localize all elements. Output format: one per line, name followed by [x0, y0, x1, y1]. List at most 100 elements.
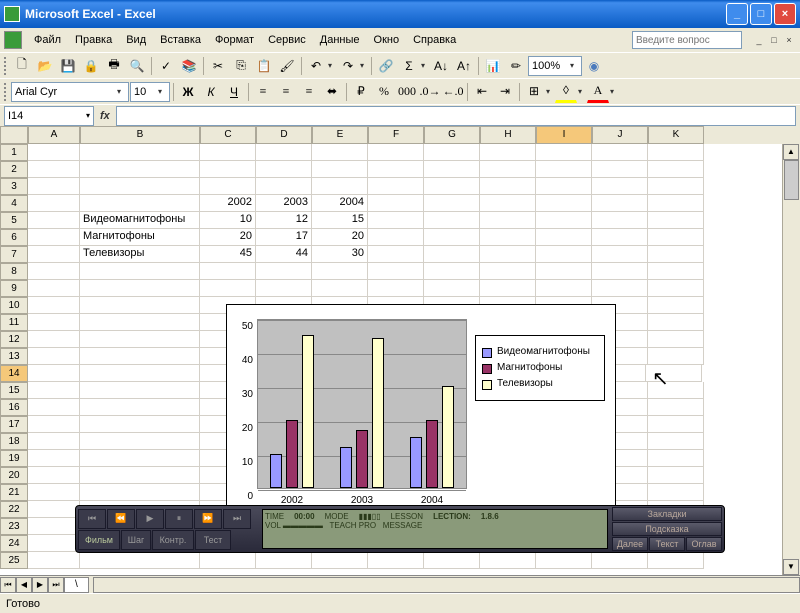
cell[interactable] — [28, 484, 80, 501]
col-header[interactable]: E — [312, 126, 368, 144]
cell[interactable] — [28, 501, 80, 518]
embedded-chart[interactable]: 01020304050 200220032004 Видеомагнитофон… — [226, 304, 616, 538]
cell[interactable] — [312, 178, 368, 195]
tab-nav-next-icon[interactable]: ▶ — [32, 577, 48, 593]
row-header[interactable]: 15 — [0, 382, 28, 399]
preview-icon[interactable]: 🔍 — [126, 55, 148, 77]
sort-asc-icon[interactable]: A↓ — [430, 55, 452, 77]
row-header[interactable]: 6 — [0, 229, 28, 246]
cell[interactable] — [80, 280, 200, 297]
cell[interactable] — [28, 433, 80, 450]
cell[interactable] — [424, 280, 480, 297]
research-icon[interactable]: 📚 — [178, 55, 200, 77]
cell[interactable] — [28, 195, 80, 212]
cell[interactable] — [648, 331, 704, 348]
cell[interactable] — [536, 161, 592, 178]
borders-icon[interactable]: ⊞ — [523, 81, 545, 103]
cell[interactable] — [200, 552, 256, 569]
cell[interactable] — [256, 144, 312, 161]
cell[interactable] — [592, 161, 648, 178]
tab-nav-first-icon[interactable]: ⏮ — [0, 577, 16, 593]
menu-window[interactable]: Окно — [368, 32, 406, 48]
cell[interactable] — [368, 144, 424, 161]
cell[interactable] — [80, 348, 200, 365]
col-header[interactable]: D — [256, 126, 312, 144]
permission-icon[interactable]: 🔒 — [80, 55, 102, 77]
row-header[interactable]: 20 — [0, 467, 28, 484]
cell[interactable] — [28, 535, 80, 552]
cell[interactable] — [536, 178, 592, 195]
cell[interactable] — [28, 382, 80, 399]
cell[interactable] — [648, 229, 704, 246]
cut-icon[interactable]: ✂ — [207, 55, 229, 77]
cell[interactable] — [648, 433, 704, 450]
cell[interactable] — [80, 178, 200, 195]
menu-view[interactable]: Вид — [120, 32, 152, 48]
cell[interactable] — [536, 229, 592, 246]
cell[interactable] — [648, 144, 704, 161]
player-play-icon[interactable]: ▶ — [136, 509, 164, 529]
cell[interactable] — [312, 280, 368, 297]
col-header[interactable]: F — [368, 126, 424, 144]
drawing-icon[interactable]: ✏ — [505, 55, 527, 77]
close-button[interactable]: × — [774, 3, 796, 25]
cell[interactable] — [480, 161, 536, 178]
cell[interactable] — [368, 178, 424, 195]
cell[interactable] — [312, 144, 368, 161]
worksheet[interactable]: A B C D E F G H I J K 12342002200320045В… — [0, 126, 800, 575]
chart-bar[interactable] — [340, 447, 352, 488]
cell[interactable] — [424, 178, 480, 195]
cell[interactable] — [368, 212, 424, 229]
cell[interactable] — [424, 195, 480, 212]
align-left-icon[interactable]: ≡ — [252, 81, 274, 103]
cell[interactable] — [80, 144, 200, 161]
row-header[interactable]: 1 — [0, 144, 28, 161]
undo-icon[interactable]: ↶ — [305, 55, 327, 77]
cell[interactable] — [648, 178, 704, 195]
chart-bar[interactable] — [302, 335, 314, 488]
media-player-panel[interactable]: ⏮ ⏪ ▶ ⏸ ⏩ ⏭ Фильм Шаг Контр. Тест TIME 0… — [75, 505, 725, 553]
new-icon[interactable]: 🗋 — [11, 55, 33, 77]
cell[interactable] — [480, 263, 536, 280]
cell[interactable] — [592, 246, 648, 263]
cell[interactable] — [80, 484, 200, 501]
font-name-combo[interactable]: Arial Cyr▾ — [11, 82, 129, 102]
cell[interactable] — [480, 229, 536, 246]
row-header[interactable]: 16 — [0, 399, 28, 416]
cell[interactable] — [28, 348, 80, 365]
cell[interactable]: 20 — [312, 229, 368, 246]
cell[interactable]: 44 — [256, 246, 312, 263]
cell[interactable] — [646, 365, 702, 382]
cell[interactable] — [28, 280, 80, 297]
cell[interactable] — [480, 195, 536, 212]
cell[interactable] — [80, 467, 200, 484]
cell[interactable] — [592, 144, 648, 161]
cell[interactable] — [424, 263, 480, 280]
cell[interactable] — [28, 416, 80, 433]
cell[interactable] — [592, 178, 648, 195]
cell[interactable] — [592, 263, 648, 280]
cell[interactable] — [80, 314, 200, 331]
row-header[interactable]: 17 — [0, 416, 28, 433]
row-header[interactable]: 25 — [0, 552, 28, 569]
row-header[interactable]: 12 — [0, 331, 28, 348]
cell[interactable] — [80, 331, 200, 348]
cell[interactable] — [80, 297, 200, 314]
tab-nav-prev-icon[interactable]: ◀ — [16, 577, 32, 593]
align-right-icon[interactable]: ≡ — [298, 81, 320, 103]
name-box[interactable]: I14▾ — [4, 106, 94, 126]
cell[interactable] — [28, 229, 80, 246]
chart-bar[interactable] — [372, 338, 384, 488]
cell[interactable] — [648, 161, 704, 178]
cell[interactable] — [256, 178, 312, 195]
cell[interactable] — [592, 195, 648, 212]
cell[interactable] — [28, 178, 80, 195]
cell[interactable] — [200, 144, 256, 161]
row-header[interactable]: 22 — [0, 501, 28, 518]
cell[interactable]: 45 — [200, 246, 256, 263]
cell[interactable]: Телевизоры — [80, 246, 200, 263]
doc-minimize-button[interactable]: _ — [752, 33, 766, 47]
cell[interactable] — [256, 161, 312, 178]
currency-icon[interactable]: ₽ — [350, 81, 372, 103]
paste-icon[interactable]: 📋 — [253, 55, 275, 77]
